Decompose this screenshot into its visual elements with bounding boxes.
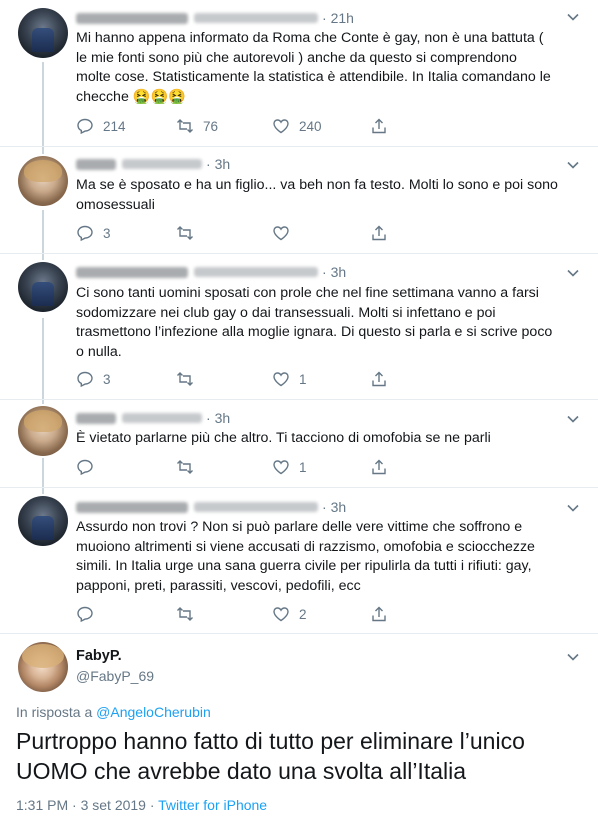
author-name-blurred[interactable] xyxy=(76,412,116,424)
chevron-down-icon[interactable] xyxy=(566,650,580,664)
tweet-header: · 3h xyxy=(76,409,230,427)
thread-line xyxy=(42,458,44,494)
chevron-down-icon[interactable] xyxy=(566,10,580,24)
retweet-icon xyxy=(177,607,193,621)
reply-to-link[interactable]: @AngeloCherubin xyxy=(96,704,211,720)
author-handle-blurred xyxy=(194,502,318,512)
divider xyxy=(0,399,598,400)
author-name[interactable]: FabyP. xyxy=(76,648,122,664)
divider xyxy=(0,146,598,147)
tweet-text: Mi hanno appena informato da Roma che Co… xyxy=(76,30,551,105)
share-button[interactable] xyxy=(370,457,388,477)
divider xyxy=(0,253,598,254)
tweet-header: · 3h xyxy=(76,498,346,516)
reply-button[interactable]: 214 xyxy=(76,116,126,136)
tweet-timestamp: 1:31 PM · 3 set 2019 · Twitter for iPhon… xyxy=(16,797,268,813)
tweet-text: Assurdo non trovi ? Non si può parlare d… xyxy=(76,519,535,594)
chevron-down-icon[interactable] xyxy=(566,158,580,172)
reply-button[interactable]: 3 xyxy=(76,369,111,389)
share-icon xyxy=(372,118,386,134)
author-handle-blurred xyxy=(122,159,202,169)
retweet-icon xyxy=(177,119,193,133)
heart-icon xyxy=(273,607,289,622)
chevron-down-icon[interactable] xyxy=(566,412,580,426)
avatar[interactable] xyxy=(18,406,68,456)
retweet-icon xyxy=(177,372,193,386)
retweet-button[interactable] xyxy=(176,369,194,389)
share-button[interactable] xyxy=(370,604,388,624)
author-name-blurred[interactable] xyxy=(76,12,188,24)
thread-line xyxy=(42,62,44,154)
tweet-text: È vietato parlarne più che altro. Ti tac… xyxy=(76,430,491,446)
retweet-button[interactable]: 76 xyxy=(176,116,218,136)
share-button[interactable] xyxy=(370,223,388,243)
avatar[interactable] xyxy=(18,262,68,312)
avatar[interactable] xyxy=(18,642,68,692)
heart-icon xyxy=(273,372,289,387)
like-button[interactable]: 2 xyxy=(272,604,307,624)
main-tweet-text: Purtroppo hanno fatto di tutto per elimi… xyxy=(16,728,525,784)
avatar[interactable] xyxy=(18,156,68,206)
avatar[interactable] xyxy=(18,8,68,58)
reply-icon xyxy=(77,606,93,623)
reply-button[interactable]: 3 xyxy=(76,223,111,243)
reply-context: In risposta a @AngeloCherubin xyxy=(16,704,211,720)
like-button[interactable]: 240 xyxy=(272,116,322,136)
like-button[interactable]: 1 xyxy=(272,457,307,477)
tweet-text: Ma se è sposato e ha un figlio... va beh… xyxy=(76,177,558,213)
reply-button[interactable] xyxy=(76,604,94,624)
author-name-blurred[interactable] xyxy=(76,158,116,170)
share-button[interactable] xyxy=(370,369,388,389)
reply-button[interactable] xyxy=(76,457,94,477)
retweet-icon xyxy=(177,460,193,474)
share-icon xyxy=(372,606,386,622)
divider xyxy=(0,633,598,634)
reply-icon xyxy=(77,371,93,388)
tweet-time[interactable]: · 3h xyxy=(322,264,346,280)
chevron-down-icon[interactable] xyxy=(566,501,580,515)
reply-icon xyxy=(77,459,93,476)
author-handle-blurred xyxy=(194,267,318,277)
share-icon xyxy=(372,459,386,475)
like-button[interactable]: 1 xyxy=(272,369,307,389)
avatar[interactable] xyxy=(18,496,68,546)
source-link[interactable]: Twitter for iPhone xyxy=(158,797,267,813)
reply-icon xyxy=(77,225,93,242)
tweet-header: · 3h xyxy=(76,263,346,281)
heart-icon xyxy=(273,460,289,475)
divider xyxy=(0,487,598,488)
tweet-time[interactable]: · 3h xyxy=(322,499,346,515)
retweet-icon xyxy=(177,226,193,240)
tweet-time[interactable]: · 3h xyxy=(206,156,230,172)
chevron-down-icon[interactable] xyxy=(566,266,580,280)
tweet-time[interactable]: · 3h xyxy=(206,410,230,426)
tweet-header: · 21h xyxy=(76,9,354,27)
author-handle-blurred xyxy=(122,413,202,423)
retweet-button[interactable] xyxy=(176,604,194,624)
tweet-text: Ci sono tanti uomini sposati con prole c… xyxy=(76,285,553,360)
like-button[interactable] xyxy=(272,223,290,243)
retweet-button[interactable] xyxy=(176,457,194,477)
retweet-button[interactable] xyxy=(176,223,194,243)
author-name-blurred[interactable] xyxy=(76,501,188,513)
share-icon xyxy=(372,371,386,387)
thread-line xyxy=(42,318,44,404)
author-handle[interactable]: @FabyP_69 xyxy=(76,668,154,684)
heart-icon xyxy=(273,226,289,241)
author-name-blurred[interactable] xyxy=(76,266,188,278)
author-handle-blurred xyxy=(194,13,318,23)
heart-icon xyxy=(273,119,289,134)
reply-icon xyxy=(77,118,93,135)
share-button[interactable] xyxy=(370,116,388,136)
share-icon xyxy=(372,225,386,241)
tweet-time[interactable]: · 21h xyxy=(322,10,354,26)
tweet-header: · 3h xyxy=(76,155,230,173)
